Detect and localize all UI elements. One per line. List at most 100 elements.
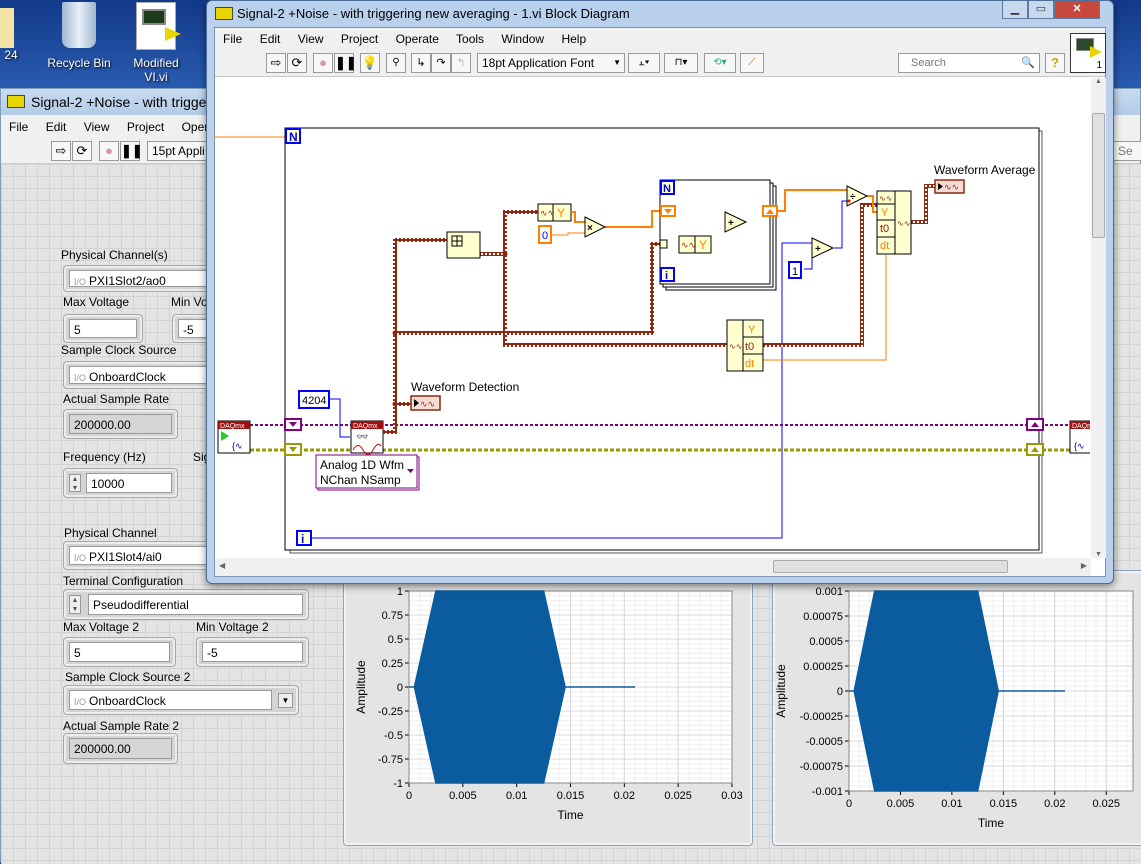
- daqmx-read-node[interactable]: DAQmx 👓: [350, 420, 384, 455]
- scroll-right-icon[interactable]: ▶: [1081, 561, 1087, 570]
- build-waveform-node[interactable]: ∿∿ Y t0 dt ∿∿: [876, 190, 912, 255]
- menu-file[interactable]: File: [223, 32, 242, 46]
- dropdown-arrow-icon: ▼: [613, 58, 621, 67]
- x-tick-label: 0.025: [1092, 798, 1120, 810]
- get-waveform-y-node[interactable]: ∿∿ Y: [537, 203, 572, 222]
- block-diagram-menu-bar: File Edit View Project Operate Tools Win…: [215, 28, 1105, 50]
- x-tick-label: 0.01: [941, 798, 962, 810]
- error-shift-register-left[interactable]: [284, 443, 302, 456]
- step-out-icon[interactable]: ↰: [451, 53, 471, 73]
- menu-help[interactable]: Help: [561, 32, 586, 46]
- daqmx-clear-task-node[interactable]: DAQmx {∿: [1069, 420, 1090, 454]
- menu-view[interactable]: View: [298, 32, 324, 46]
- horizontal-scrollbar[interactable]: ◀ ▶: [215, 558, 1091, 576]
- get-waveform-y-inner-node[interactable]: ∿∿ Y: [678, 235, 712, 254]
- reorder-icon[interactable]: ⟲▾: [704, 53, 736, 73]
- poly-selector-line1: Analog 1D Wfm: [320, 458, 404, 472]
- waveform-average-indicator[interactable]: ∿∿: [934, 179, 965, 194]
- inner-iteration-terminal[interactable]: i: [660, 267, 675, 282]
- daqmx-label: DAQmx: [220, 423, 245, 430]
- run-arrow-icon[interactable]: ⇨: [266, 53, 286, 73]
- y-tick-label: -0.00025: [800, 711, 843, 723]
- zero-value: 0: [542, 230, 548, 242]
- indexing-tunnel[interactable]: [659, 239, 668, 249]
- menu-operate[interactable]: Operate: [396, 32, 439, 46]
- y-tick-label: 0: [837, 686, 843, 698]
- iteration-terminal[interactable]: i: [296, 530, 312, 546]
- y-tick-label: -0.001: [812, 786, 843, 798]
- waveform-icon: ∿∿: [944, 182, 959, 192]
- waveform-icon: {∿: [232, 441, 243, 451]
- y-label: Y: [881, 207, 889, 219]
- x-tick-label: 0: [846, 798, 852, 810]
- distribute-objects-icon[interactable]: ⊓▾: [664, 53, 698, 73]
- y-tick-label: 0.0005: [809, 636, 843, 648]
- loop-count-terminal[interactable]: N: [285, 128, 301, 144]
- t0-label: t0: [880, 223, 889, 235]
- highlight-execution-icon[interactable]: 💡: [360, 53, 380, 73]
- inner-for-loop[interactable]: [659, 179, 771, 285]
- x-axis-label: Time: [978, 816, 1005, 830]
- y-tick-label: 0.001: [815, 586, 843, 598]
- daqmx-start-task-node[interactable]: DAQmx {∿: [217, 420, 251, 454]
- task-shift-register-left[interactable]: [284, 418, 302, 431]
- clean-up-diagram-icon[interactable]: ⟋: [740, 53, 764, 73]
- menu-project[interactable]: Project: [341, 32, 378, 46]
- y-tick-label: 0.00075: [803, 611, 843, 623]
- retain-wire-values-icon[interactable]: ⚲: [386, 53, 406, 73]
- run-continuously-icon[interactable]: ⟳: [287, 53, 307, 73]
- dt-label: dt: [880, 240, 889, 252]
- vi-connector-icon[interactable]: 1: [1070, 33, 1106, 73]
- waveform-icon: ∿∿: [897, 219, 910, 228]
- x-tick-label: 0.02: [1044, 798, 1065, 810]
- close-button[interactable]: ✕: [1054, 1, 1100, 19]
- zero-constant[interactable]: 0: [538, 225, 552, 244]
- block-diagram-title-bar[interactable]: Signal-2 +Noise - with triggering new av…: [207, 1, 1113, 26]
- menu-tools[interactable]: Tools: [456, 32, 484, 46]
- search-placeholder: Search: [911, 57, 946, 69]
- vertical-scroll-thumb[interactable]: [1092, 113, 1105, 238]
- menu-window[interactable]: Window: [501, 32, 544, 46]
- scroll-left-icon[interactable]: ◀: [219, 561, 225, 570]
- block-diagram-toolbar: ⇨ ⟳ ● ❚❚ 💡 ⚲ ↳ ↷ ↰ 18pt Application Font…: [215, 50, 1105, 77]
- font-ring-value: 18pt Application Font: [482, 56, 595, 70]
- error-shift-register-right[interactable]: [1026, 443, 1044, 456]
- samples-constant[interactable]: 4204: [298, 390, 330, 409]
- align-objects-icon[interactable]: ⫠▾: [628, 53, 660, 73]
- abort-icon[interactable]: ●: [313, 53, 333, 73]
- menu-edit[interactable]: Edit: [260, 32, 281, 46]
- waveform-icon: ∿∿: [681, 240, 696, 250]
- one-constant[interactable]: 1: [788, 261, 802, 279]
- dt-label: dt: [745, 358, 754, 370]
- step-over-icon[interactable]: ↷: [431, 53, 451, 73]
- waveform-icon: ∿∿: [729, 342, 742, 351]
- get-waveform-components-node[interactable]: ∿∿ Y t0 dt: [726, 319, 764, 372]
- maximize-button[interactable]: ▭: [1028, 1, 1054, 19]
- add-icon: +: [815, 244, 821, 255]
- polymorphic-selector[interactable]: Analog 1D Wfm NChan NSamp: [315, 454, 420, 491]
- waveform-detection-indicator[interactable]: ∿∿: [410, 395, 441, 411]
- inner-shift-register-right[interactable]: [762, 205, 778, 217]
- window-title: Signal-2 +Noise - with triggering new av…: [237, 6, 630, 21]
- task-shift-register-right[interactable]: [1026, 418, 1044, 431]
- pause-icon[interactable]: ❚❚: [334, 53, 357, 73]
- scroll-up-icon[interactable]: ▲: [1091, 78, 1106, 85]
- waveform-icon: ∿∿: [420, 399, 435, 409]
- search-input[interactable]: Search 🔍: [898, 53, 1040, 73]
- horizontal-scroll-thumb[interactable]: [773, 560, 1008, 573]
- waveform-icon: {∿: [1074, 441, 1085, 451]
- iteration-label: i: [301, 532, 304, 546]
- step-into-icon[interactable]: ↳: [411, 53, 431, 73]
- build-array-node[interactable]: [446, 231, 481, 259]
- font-ring[interactable]: 18pt Application Font ▼: [477, 53, 625, 73]
- vertical-scrollbar[interactable]: ▲ ▼: [1091, 78, 1106, 558]
- help-icon[interactable]: ?: [1045, 53, 1065, 73]
- search-icon[interactable]: 🔍: [1021, 54, 1035, 72]
- vi-icon: [215, 7, 233, 20]
- inner-loop-count-terminal[interactable]: N: [660, 180, 675, 195]
- wire-junction: [392, 330, 398, 336]
- minimize-button[interactable]: ▁: [1002, 1, 1028, 19]
- inner-shift-register-left[interactable]: [660, 205, 676, 217]
- scroll-down-icon[interactable]: ▼: [1091, 551, 1106, 558]
- waveform-graph-average[interactable]: 0 0.005 0.01 0.015 0.02 0.025 0.001 0.00075 0.00…: [772, 570, 1141, 846]
